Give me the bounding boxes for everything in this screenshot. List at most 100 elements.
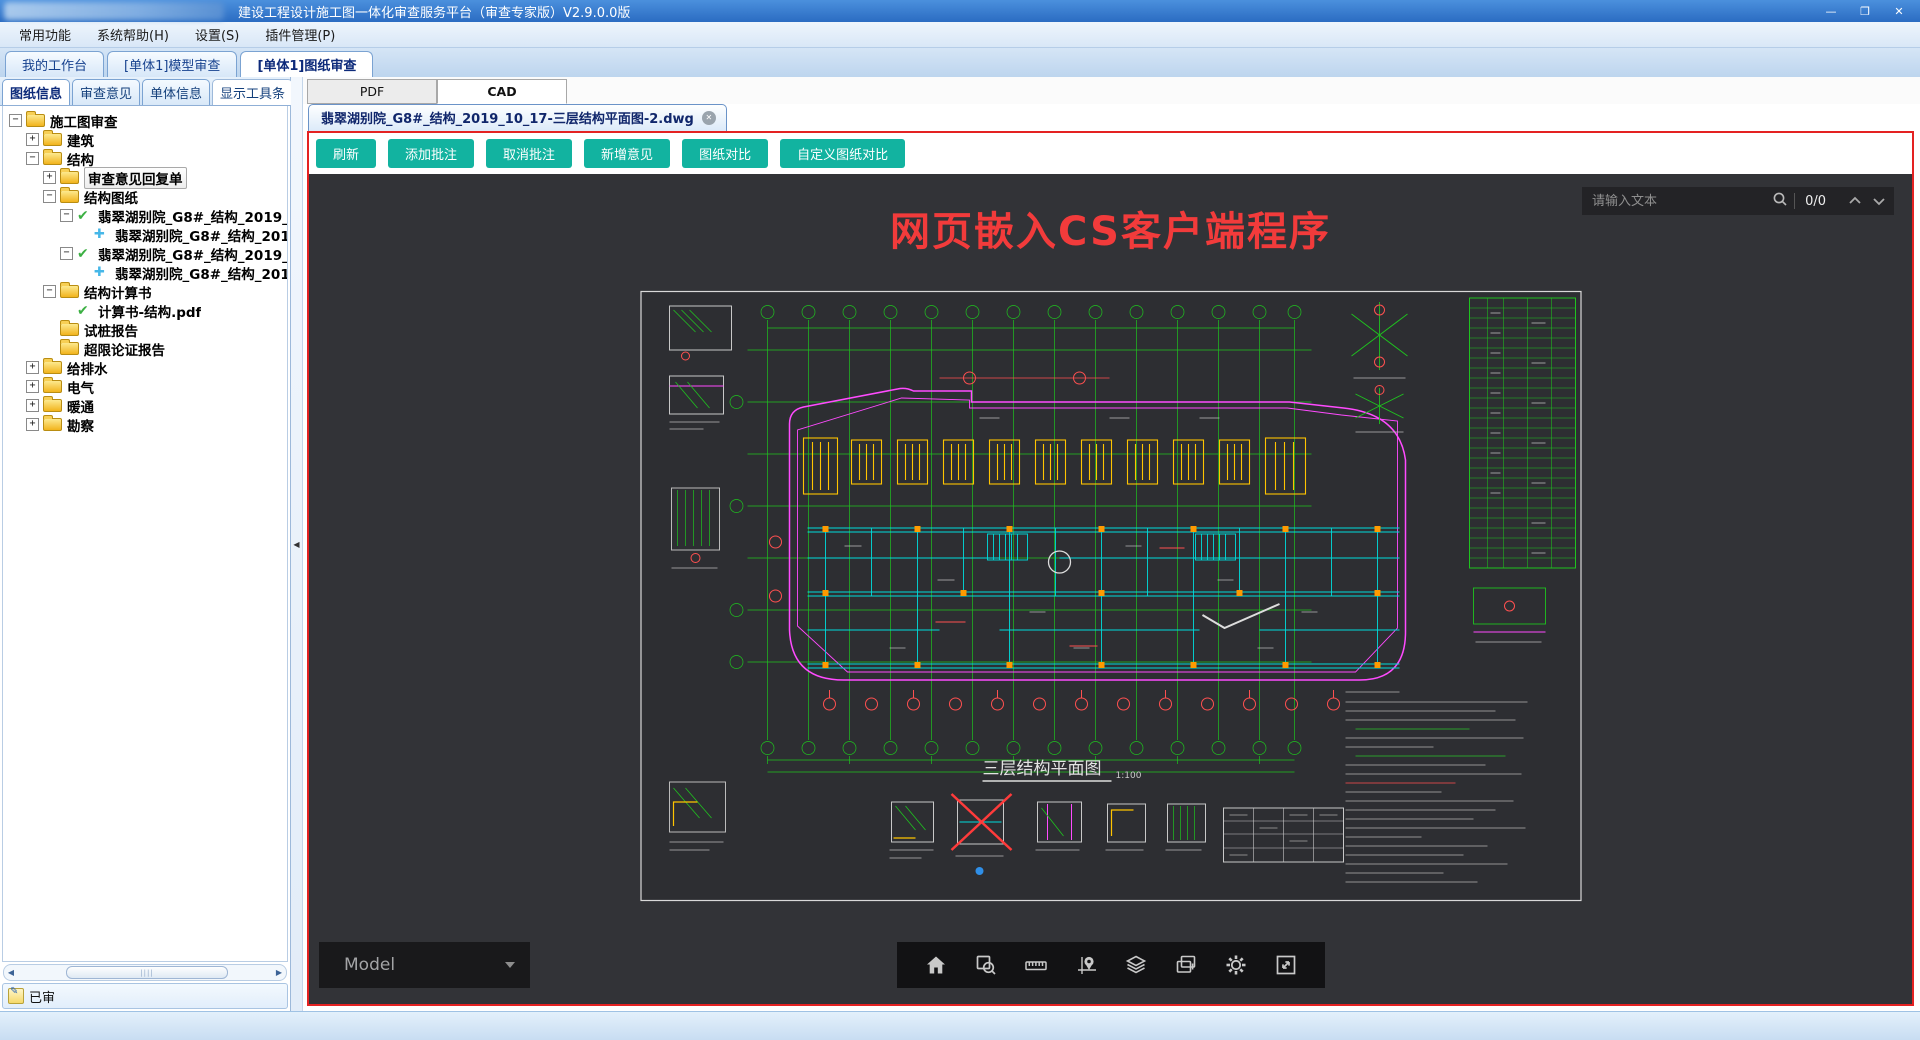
home-icon[interactable]	[911, 942, 961, 988]
maximize-icon[interactable]: ❐	[1848, 2, 1882, 20]
search-prev-icon[interactable]	[1848, 194, 1862, 208]
measure-icon[interactable]	[1011, 942, 1061, 988]
title-bar: 建设工程设计施工图一体化审查服务平台（审查专家版）V2.9.0.0版 — ❐ ✕	[0, 0, 1920, 22]
tree-item-drawing-2-child[interactable]: 翡翠湖别院_G8#_结构_201	[7, 263, 287, 283]
collapse-icon[interactable]	[26, 152, 39, 165]
refresh-button[interactable]: 刷新	[316, 139, 377, 168]
reviewed-note-icon	[8, 986, 24, 1004]
tree-item-root[interactable]: 施工图审查	[7, 111, 287, 131]
cad-drawing[interactable]: 三层结构平面图 1:100	[639, 290, 1582, 902]
custom-compare-button[interactable]: 自定义图纸对比	[780, 139, 906, 168]
collapse-icon[interactable]	[60, 247, 73, 260]
tab-pdf[interactable]: PDF	[307, 79, 437, 104]
search-icon[interactable]	[1772, 191, 1788, 211]
cad-viewport[interactable]: 0/0 网页嵌入CS客户端程序	[309, 174, 1912, 1004]
sidebar-status: 已审	[2, 983, 288, 1009]
tab-model-review[interactable]: [单体1]模型审查	[107, 51, 238, 77]
blue-dot-marker	[975, 867, 983, 875]
folder-icon	[43, 358, 62, 374]
tree-item-plumbing[interactable]: 给排水	[7, 358, 287, 378]
collapse-icon[interactable]	[60, 209, 73, 222]
drawing-compare-button[interactable]: 图纸对比	[682, 139, 769, 168]
tab-review-opinion[interactable]: 审查意见	[72, 79, 141, 105]
close-icon[interactable]: ✕	[1882, 2, 1916, 20]
search-input[interactable]	[1590, 192, 1767, 210]
tree-item-reply-sheet[interactable]: 审查意见回复单	[7, 166, 287, 189]
menu-settings[interactable]: 设置(S)	[182, 25, 252, 44]
folder-icon	[43, 396, 62, 412]
check-icon	[77, 246, 95, 262]
tree-item-drawing-1[interactable]: 翡翠湖别院_G8#_结构_2019_1	[7, 206, 287, 226]
expand-icon[interactable]	[43, 171, 56, 184]
check-icon	[77, 303, 95, 319]
text-search-bar: 0/0	[1582, 187, 1894, 215]
menu-common-functions[interactable]: 常用功能	[6, 25, 84, 44]
add-annotation-button[interactable]: 添加批注	[388, 139, 475, 168]
expand-icon[interactable]	[26, 361, 39, 374]
check-icon	[77, 208, 95, 224]
tree-item-architecture[interactable]: 建筑	[7, 130, 287, 150]
tree-item-structure-drawings[interactable]: 结构图纸	[7, 187, 287, 207]
expand-icon[interactable]	[26, 133, 39, 146]
overlay-caption: 网页嵌入CS客户端程序	[890, 209, 1331, 255]
scroll-left-icon[interactable]	[4, 968, 18, 977]
folder-icon	[43, 415, 62, 431]
file-close-icon[interactable]	[701, 110, 716, 125]
tab-unit-info[interactable]: 单体信息	[142, 79, 211, 105]
scrollbar-thumb[interactable]	[66, 966, 228, 979]
expand-icon[interactable]	[26, 399, 39, 412]
tab-show-toolbar[interactable]: 显示工具条	[212, 79, 294, 105]
search-next-icon[interactable]	[1872, 194, 1886, 208]
menu-plugin-management[interactable]: 插件管理(P)	[252, 25, 348, 44]
tree-item-drawing-2[interactable]: 翡翠湖别院_G8#_结构_2019_1	[7, 244, 287, 264]
expand-icon[interactable]	[26, 418, 39, 431]
file-tab-label: 翡翠湖别院_G8#_结构_2019_10_17-三层结构平面图-2.dwg	[321, 112, 694, 127]
folder-icon	[26, 111, 45, 127]
expand-icon[interactable]	[26, 380, 39, 393]
zoom-window-icon[interactable]	[961, 942, 1011, 988]
new-opinion-button[interactable]: 新增意见	[584, 139, 671, 168]
tree-item-survey[interactable]: 勘察	[7, 415, 287, 435]
cancel-annotation-button[interactable]: 取消批注	[486, 139, 573, 168]
folder-icon	[43, 130, 62, 146]
tree-item-electrical[interactable]: 电气	[7, 377, 287, 397]
locate-icon[interactable]	[1061, 942, 1111, 988]
collapse-icon[interactable]	[43, 285, 56, 298]
panel-splitter[interactable]	[291, 77, 303, 1011]
folder-icon	[60, 282, 79, 298]
folder-icon	[60, 339, 79, 355]
tree-item-calc-book[interactable]: 结构计算书	[7, 282, 287, 302]
model-selector[interactable]: Model	[319, 942, 530, 988]
window-controls: — ❐ ✕	[1814, 0, 1916, 22]
tree-item-structure[interactable]: 结构	[7, 149, 287, 169]
tree-item-hvac[interactable]: 暖通	[7, 396, 287, 416]
search-counter: 0/0	[1805, 193, 1826, 209]
reviewed-status-text: 已审	[29, 990, 56, 1006]
fullscreen-icon[interactable]	[1261, 942, 1311, 988]
layers-icon[interactable]	[1111, 942, 1161, 988]
menu-system-help[interactable]: 系统帮助(H)	[84, 25, 182, 44]
sidebar-tab-bar: 图纸信息 审查意见 单体信息 显示工具条	[0, 77, 305, 106]
drawing-tree: 施工图审查 建筑 结构 审查意见回复单 结构图纸 翡翠湖别院_G8#_结构_20…	[2, 106, 288, 962]
collapse-icon[interactable]	[9, 114, 22, 127]
tab-my-workbench[interactable]: 我的工作台	[5, 51, 105, 77]
tree-item-limit-report[interactable]: 超限论证报告	[7, 339, 287, 359]
window-title: 建设工程设计施工图一体化审查服务平台（审查专家版）V2.9.0.0版	[238, 5, 631, 21]
tree-item-drawing-1-child[interactable]: 翡翠湖别院_G8#_结构_201	[7, 225, 287, 245]
tab-drawing-review[interactable]: [单体1]图纸审查	[240, 51, 374, 77]
chevron-down-icon	[505, 962, 515, 968]
plus-icon	[94, 227, 112, 242]
tab-cad[interactable]: CAD	[437, 79, 567, 104]
settings-icon[interactable]	[1211, 942, 1261, 988]
tree-item-pile-report[interactable]: 试桩报告	[7, 320, 287, 340]
collapse-icon[interactable]	[43, 190, 56, 203]
tab-drawing-info[interactable]: 图纸信息	[2, 79, 71, 105]
file-tab[interactable]: 翡翠湖别院_G8#_结构_2019_10_17-三层结构平面图-2.dwg	[308, 104, 727, 131]
scroll-right-icon[interactable]	[272, 968, 286, 977]
model-selector-label: Model	[344, 955, 396, 975]
tree-item-calc-pdf[interactable]: 计算书-结构.pdf	[7, 301, 287, 321]
viewports-icon[interactable]	[1161, 942, 1211, 988]
plus-icon	[94, 265, 112, 280]
horizontal-scrollbar[interactable]	[3, 964, 287, 981]
minimize-icon[interactable]: —	[1814, 2, 1848, 20]
